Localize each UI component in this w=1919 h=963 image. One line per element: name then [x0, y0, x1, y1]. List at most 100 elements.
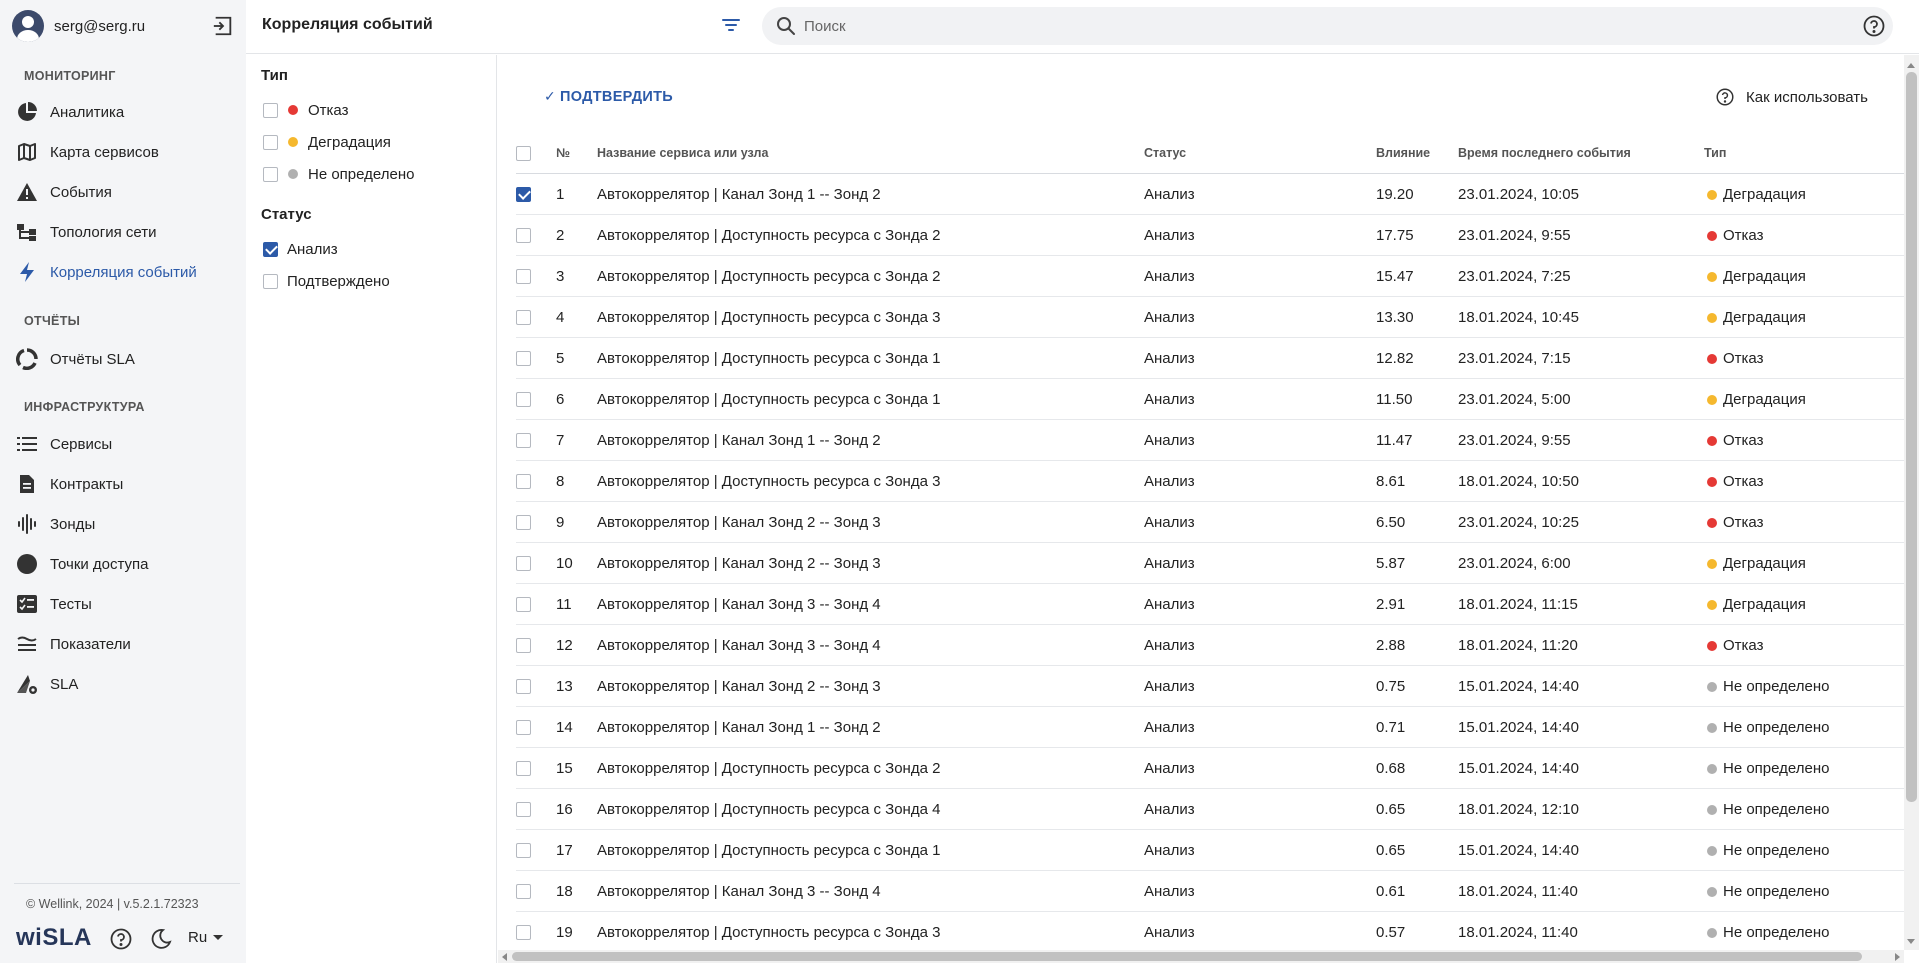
cell-name[interactable]: Автокоррелятор | Доступность ресурса с З…: [597, 760, 940, 777]
sidebar-item-service-map[interactable]: Карта сервисов: [16, 137, 236, 167]
horizontal-scrollbar[interactable]: [498, 950, 1904, 963]
table-row[interactable]: 4 Автокоррелятор | Доступность ресурса с …: [516, 297, 1904, 338]
cell-name[interactable]: Автокоррелятор | Канал Зонд 3 -- Зонд 4: [597, 883, 881, 900]
cell-name[interactable]: Автокоррелятор | Канал Зонд 1 -- Зонд 2: [597, 186, 881, 203]
table-row[interactable]: 13 Автокоррелятор | Канал Зонд 2 -- Зонд …: [516, 666, 1904, 707]
column-header-time[interactable]: Время последнего события: [1458, 146, 1631, 160]
filter-type-degradation[interactable]: Деградация: [263, 131, 391, 153]
table-row[interactable]: 14 Автокоррелятор | Канал Зонд 1 -- Зонд …: [516, 707, 1904, 748]
sidebar-item-services[interactable]: Сервисы: [16, 429, 236, 459]
cell-name[interactable]: Автокоррелятор | Канал Зонд 2 -- Зонд 3: [597, 555, 881, 572]
scroll-left-icon[interactable]: [502, 953, 507, 961]
avatar[interactable]: [12, 10, 44, 42]
sidebar-item-tests[interactable]: Тесты: [16, 589, 236, 619]
sidebar-item-events[interactable]: События: [16, 177, 236, 207]
table-row[interactable]: 6 Автокоррелятор | Доступность ресурса с …: [516, 379, 1904, 420]
row-checkbox[interactable]: [516, 679, 531, 694]
row-checkbox[interactable]: [516, 884, 531, 899]
sidebar-item-probes[interactable]: Зонды: [16, 509, 236, 539]
row-checkbox[interactable]: [516, 310, 531, 325]
table-row[interactable]: 9 Автокоррелятор | Канал Зонд 2 -- Зонд 3…: [516, 502, 1904, 543]
vertical-scrollbar[interactable]: [1904, 55, 1919, 950]
table-row[interactable]: 19 Автокоррелятор | Доступность ресурса с…: [516, 912, 1904, 950]
search-box[interactable]: [762, 7, 1893, 45]
checkbox[interactable]: [263, 102, 278, 118]
filter-icon[interactable]: [721, 15, 741, 35]
search-input[interactable]: [804, 15, 1844, 37]
row-checkbox[interactable]: [516, 925, 531, 940]
table-row[interactable]: 18 Автокоррелятор | Канал Зонд 3 -- Зонд …: [516, 871, 1904, 912]
checkbox[interactable]: [263, 134, 278, 150]
table-row[interactable]: 1 Автокоррелятор | Канал Зонд 1 -- Зонд 2…: [516, 174, 1904, 215]
cell-name[interactable]: Автокоррелятор | Доступность ресурса с З…: [597, 801, 940, 818]
help-icon[interactable]: [1863, 15, 1885, 37]
table-row[interactable]: 3 Автокоррелятор | Доступность ресурса с …: [516, 256, 1904, 297]
table-row[interactable]: 10 Автокоррелятор | Канал Зонд 2 -- Зонд …: [516, 543, 1904, 584]
scroll-down-icon[interactable]: [1907, 939, 1915, 944]
cell-name[interactable]: Автокоррелятор | Доступность ресурса с З…: [597, 842, 940, 859]
scroll-up-icon[interactable]: [1907, 63, 1915, 68]
checkbox[interactable]: [263, 241, 278, 257]
cell-name[interactable]: Автокоррелятор | Доступность ресурса с З…: [597, 227, 940, 244]
cell-name[interactable]: Автокоррелятор | Доступность ресурса с З…: [597, 924, 940, 941]
scrollbar-thumb[interactable]: [1906, 72, 1917, 802]
filter-type-fail[interactable]: Отказ: [263, 99, 348, 121]
cell-name[interactable]: Автокоррелятор | Канал Зонд 1 -- Зонд 2: [597, 432, 881, 449]
table-row[interactable]: 7 Автокоррелятор | Канал Зонд 1 -- Зонд 2…: [516, 420, 1904, 461]
sidebar-item-event-correlation[interactable]: Корреляция событий: [16, 257, 236, 287]
row-checkbox[interactable]: [516, 351, 531, 366]
row-checkbox[interactable]: [516, 556, 531, 571]
cell-name[interactable]: Автокоррелятор | Доступность ресурса с З…: [597, 350, 940, 367]
row-checkbox[interactable]: [516, 802, 531, 817]
cell-name[interactable]: Автокоррелятор | Доступность ресурса с З…: [597, 268, 940, 285]
sidebar-item-sla-reports[interactable]: Отчёты SLA: [16, 344, 236, 374]
table-row[interactable]: 11 Автокоррелятор | Канал Зонд 3 -- Зонд …: [516, 584, 1904, 625]
row-checkbox[interactable]: [516, 761, 531, 776]
checkbox[interactable]: [263, 273, 278, 289]
language-select[interactable]: Ru: [188, 929, 224, 946]
row-checkbox[interactable]: [516, 187, 531, 202]
filter-status-analysis[interactable]: Анализ: [263, 238, 338, 260]
column-header-status[interactable]: Статус: [1144, 146, 1186, 160]
row-checkbox[interactable]: [516, 597, 531, 612]
sidebar-item-analytics[interactable]: Аналитика: [16, 97, 236, 127]
cell-name[interactable]: Автокоррелятор | Канал Зонд 2 -- Зонд 3: [597, 678, 881, 695]
filter-type-undefined[interactable]: Не определено: [263, 163, 414, 185]
filter-status-confirmed[interactable]: Подтверждено: [263, 270, 390, 292]
cell-name[interactable]: Автокоррелятор | Канал Зонд 3 -- Зонд 4: [597, 637, 881, 654]
table-row[interactable]: 17 Автокоррелятор | Доступность ресурса с…: [516, 830, 1904, 871]
sidebar-item-metrics[interactable]: Показатели: [16, 629, 236, 659]
help-icon[interactable]: [110, 928, 132, 950]
select-all-checkbox[interactable]: [516, 146, 531, 161]
how-to-use-link[interactable]: Как использовать: [1716, 88, 1868, 106]
table-row[interactable]: 15 Автокоррелятор | Доступность ресурса с…: [516, 748, 1904, 789]
cell-name[interactable]: Автокоррелятор | Канал Зонд 2 -- Зонд 3: [597, 514, 881, 531]
row-checkbox[interactable]: [516, 269, 531, 284]
user-profile[interactable]: serg@serg.ru: [12, 9, 145, 43]
scroll-right-icon[interactable]: [1895, 953, 1900, 961]
table-row[interactable]: 12 Автокоррелятор | Канал Зонд 3 -- Зонд …: [516, 625, 1904, 666]
row-checkbox[interactable]: [516, 638, 531, 653]
sidebar-item-access-points[interactable]: Точки доступа: [16, 549, 236, 579]
cell-name[interactable]: Автокоррелятор | Доступность ресурса с З…: [597, 473, 940, 490]
row-checkbox[interactable]: [516, 433, 531, 448]
table-row[interactable]: 5 Автокоррелятор | Доступность ресурса с …: [516, 338, 1904, 379]
scrollbar-thumb[interactable]: [512, 952, 1862, 961]
moon-icon[interactable]: [150, 928, 172, 950]
row-checkbox[interactable]: [516, 392, 531, 407]
column-header-impact[interactable]: Влияние: [1376, 146, 1430, 160]
table-row[interactable]: 16 Автокоррелятор | Доступность ресурса с…: [516, 789, 1904, 830]
table-row[interactable]: 2 Автокоррелятор | Доступность ресурса с …: [516, 215, 1904, 256]
sidebar-item-sla[interactable]: SLA: [16, 669, 236, 699]
column-header-num[interactable]: №: [556, 146, 570, 160]
row-checkbox[interactable]: [516, 228, 531, 243]
cell-name[interactable]: Автокоррелятор | Доступность ресурса с З…: [597, 391, 940, 408]
row-checkbox[interactable]: [516, 474, 531, 489]
logout-icon[interactable]: [212, 15, 234, 37]
row-checkbox[interactable]: [516, 515, 531, 530]
column-header-type[interactable]: Тип: [1704, 146, 1726, 160]
column-header-name[interactable]: Название сервиса или узла: [597, 146, 768, 160]
cell-name[interactable]: Автокоррелятор | Канал Зонд 1 -- Зонд 2: [597, 719, 881, 736]
row-checkbox[interactable]: [516, 843, 531, 858]
confirm-button[interactable]: ✓ ПОДТВЕРДИТЬ: [544, 88, 673, 105]
